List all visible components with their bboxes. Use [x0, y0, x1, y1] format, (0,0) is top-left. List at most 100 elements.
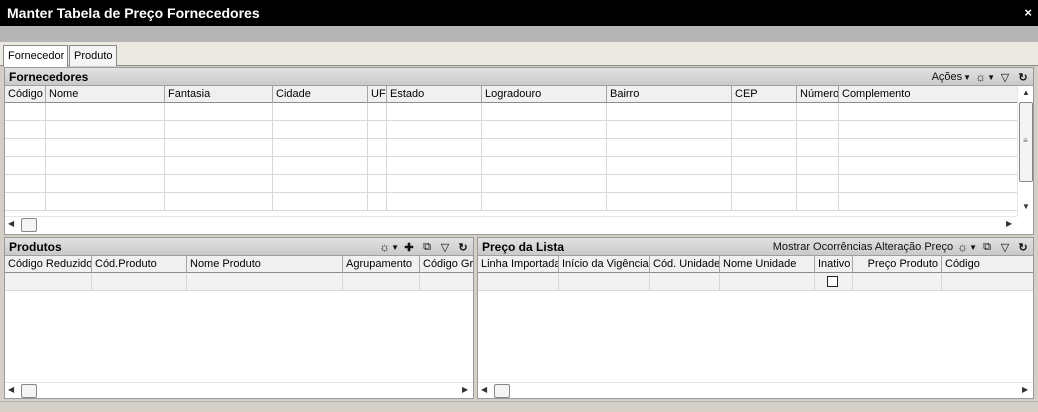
table-cell: [368, 103, 387, 121]
preco-lista-toolbar: Mostrar Ocorrências Alteração Preço ☼ ▼ ⧉…: [771, 239, 1031, 255]
produtos-panel: Produtos ☼ ▼ ✚ ⧉ ▽ ↻ Código Reduzido Cód.…: [4, 237, 474, 399]
table-cell: [5, 121, 46, 139]
mostrar-ocorrencias-button[interactable]: Mostrar Ocorrências Alteração Preço: [771, 239, 955, 255]
table-row[interactable]: [5, 193, 1018, 211]
refresh-icon[interactable]: ↻: [1015, 239, 1031, 255]
col-header-inativo[interactable]: Inativo: [815, 256, 853, 273]
table-cell: [482, 193, 607, 211]
scroll-left-icon[interactable]: ◀: [8, 219, 14, 228]
preco-lista-hscroll-thumb[interactable]: [494, 384, 510, 398]
preco-lista-hscroll[interactable]: ◀ ▶: [478, 382, 1033, 398]
table-row[interactable]: [478, 273, 1033, 291]
plus-icon[interactable]: ✚: [401, 239, 417, 255]
scroll-left-icon[interactable]: ◀: [481, 385, 487, 394]
filter-icon[interactable]: ▽: [997, 239, 1013, 255]
tab-fornecedor[interactable]: Fornecedor: [3, 45, 68, 67]
col-header-codigo[interactable]: Código: [942, 256, 1033, 273]
produtos-hscroll[interactable]: ◀ ▶: [5, 382, 473, 398]
col-header-nome-unidade[interactable]: Nome Unidade: [720, 256, 815, 273]
table-cell: [343, 273, 420, 291]
inativo-checkbox[interactable]: [827, 276, 838, 287]
table-cell: [732, 157, 797, 175]
scroll-left-icon[interactable]: ◀: [8, 385, 14, 394]
table-cell: [165, 193, 273, 211]
scroll-right-icon[interactable]: ▶: [462, 385, 468, 394]
col-header-cod-unidade[interactable]: Cód. Unidade: [650, 256, 720, 273]
refresh-icon[interactable]: ↻: [1015, 69, 1031, 85]
col-header-codigo-grupo[interactable]: Código Gru: [420, 256, 473, 273]
col-header-complemento[interactable]: Complemento: [839, 86, 1018, 103]
fornecedores-vscroll-thumb[interactable]: ≡: [1019, 102, 1033, 182]
col-header-nome[interactable]: Nome: [46, 86, 165, 103]
table-cell: [607, 175, 732, 193]
col-header-preco-produto[interactable]: Preço Produto: [853, 256, 942, 273]
scroll-right-icon[interactable]: ▶: [1006, 219, 1012, 228]
produtos-grid-header: Código Reduzido Cód.Produto Nome Produto…: [5, 256, 473, 273]
fornecedores-toolbar: Ações ▼ ☼ ▼ ▽ ↻: [930, 69, 1031, 85]
table-row[interactable]: [5, 139, 1018, 157]
table-cell: [387, 175, 482, 193]
preco-lista-panel: Preço da Lista Mostrar Ocorrências Alter…: [477, 237, 1034, 399]
tab-produto[interactable]: Produto: [69, 45, 117, 66]
table-cell: [607, 103, 732, 121]
table-row[interactable]: [5, 175, 1018, 193]
fornecedores-grid-header: Código Nome Fantasia Cidade UF Estado Lo…: [5, 86, 1018, 103]
preco-lista-header: Preço da Lista Mostrar Ocorrências Alter…: [478, 238, 1033, 256]
table-cell: [273, 175, 368, 193]
col-header-logradouro[interactable]: Logradouro: [482, 86, 607, 103]
col-header-inicio-vigencia[interactable]: Início da Vigência: [559, 256, 650, 273]
table-cell: [273, 139, 368, 157]
table-cell: [5, 193, 46, 211]
table-row[interactable]: [5, 121, 1018, 139]
col-header-cidade[interactable]: Cidade: [273, 86, 368, 103]
table-cell: [5, 103, 46, 121]
col-header-codigo-reduzido[interactable]: Código Reduzido: [5, 256, 92, 273]
table-cell: [387, 121, 482, 139]
close-icon[interactable]: ×: [1024, 5, 1032, 20]
fornecedores-vscroll[interactable]: ▲ ≡ ▼: [1017, 86, 1033, 216]
col-header-numero[interactable]: Número: [797, 86, 839, 103]
acoes-menu[interactable]: Ações ▼: [930, 69, 974, 85]
col-header-agrupamento[interactable]: Agrupamento: [343, 256, 420, 273]
table-cell: [839, 157, 1018, 175]
table-cell: [46, 121, 165, 139]
produtos-title: Produtos: [9, 240, 62, 254]
export-icon[interactable]: ⧉: [979, 239, 995, 255]
table-cell: [478, 273, 559, 291]
table-cell: [368, 175, 387, 193]
col-header-nome-produto[interactable]: Nome Produto: [187, 256, 343, 273]
table-row[interactable]: [5, 157, 1018, 175]
col-header-cod-produto[interactable]: Cód.Produto: [92, 256, 187, 273]
fornecedores-hscroll-thumb[interactable]: [21, 218, 37, 232]
acoes-label: Ações: [931, 71, 963, 83]
sun-filter-icon[interactable]: ☼ ▼: [379, 239, 399, 255]
table-cell: [650, 273, 720, 291]
table-cell: [797, 139, 839, 157]
filter-icon[interactable]: ▽: [437, 239, 453, 255]
sun-filter-icon[interactable]: ☼ ▼: [957, 239, 977, 255]
export-icon[interactable]: ⧉: [419, 239, 435, 255]
col-header-estado[interactable]: Estado: [387, 86, 482, 103]
table-cell: [5, 273, 92, 291]
fornecedores-hscroll[interactable]: ◀ ▶: [5, 216, 1017, 232]
scroll-right-icon[interactable]: ▶: [1022, 385, 1028, 394]
col-header-cep[interactable]: CEP: [732, 86, 797, 103]
table-cell: [732, 193, 797, 211]
scroll-down-icon[interactable]: ▼: [1022, 202, 1030, 211]
filter-icon[interactable]: ▽: [997, 69, 1013, 85]
table-cell: [92, 273, 187, 291]
col-header-linha-importada[interactable]: Linha Importada: [478, 256, 559, 273]
col-header-uf[interactable]: UF: [368, 86, 387, 103]
scroll-up-icon[interactable]: ▲: [1022, 88, 1030, 97]
table-cell: [482, 175, 607, 193]
refresh-icon[interactable]: ↻: [455, 239, 471, 255]
table-cell: [853, 273, 942, 291]
produtos-hscroll-thumb[interactable]: [21, 384, 37, 398]
col-header-bairro[interactable]: Bairro: [607, 86, 732, 103]
status-bar: [0, 401, 1038, 412]
table-row[interactable]: [5, 273, 473, 291]
table-row[interactable]: [5, 103, 1018, 121]
col-header-fantasia[interactable]: Fantasia: [165, 86, 273, 103]
col-header-codigo[interactable]: Código: [5, 86, 46, 103]
sun-filter-icon[interactable]: ☼ ▼: [975, 69, 995, 85]
